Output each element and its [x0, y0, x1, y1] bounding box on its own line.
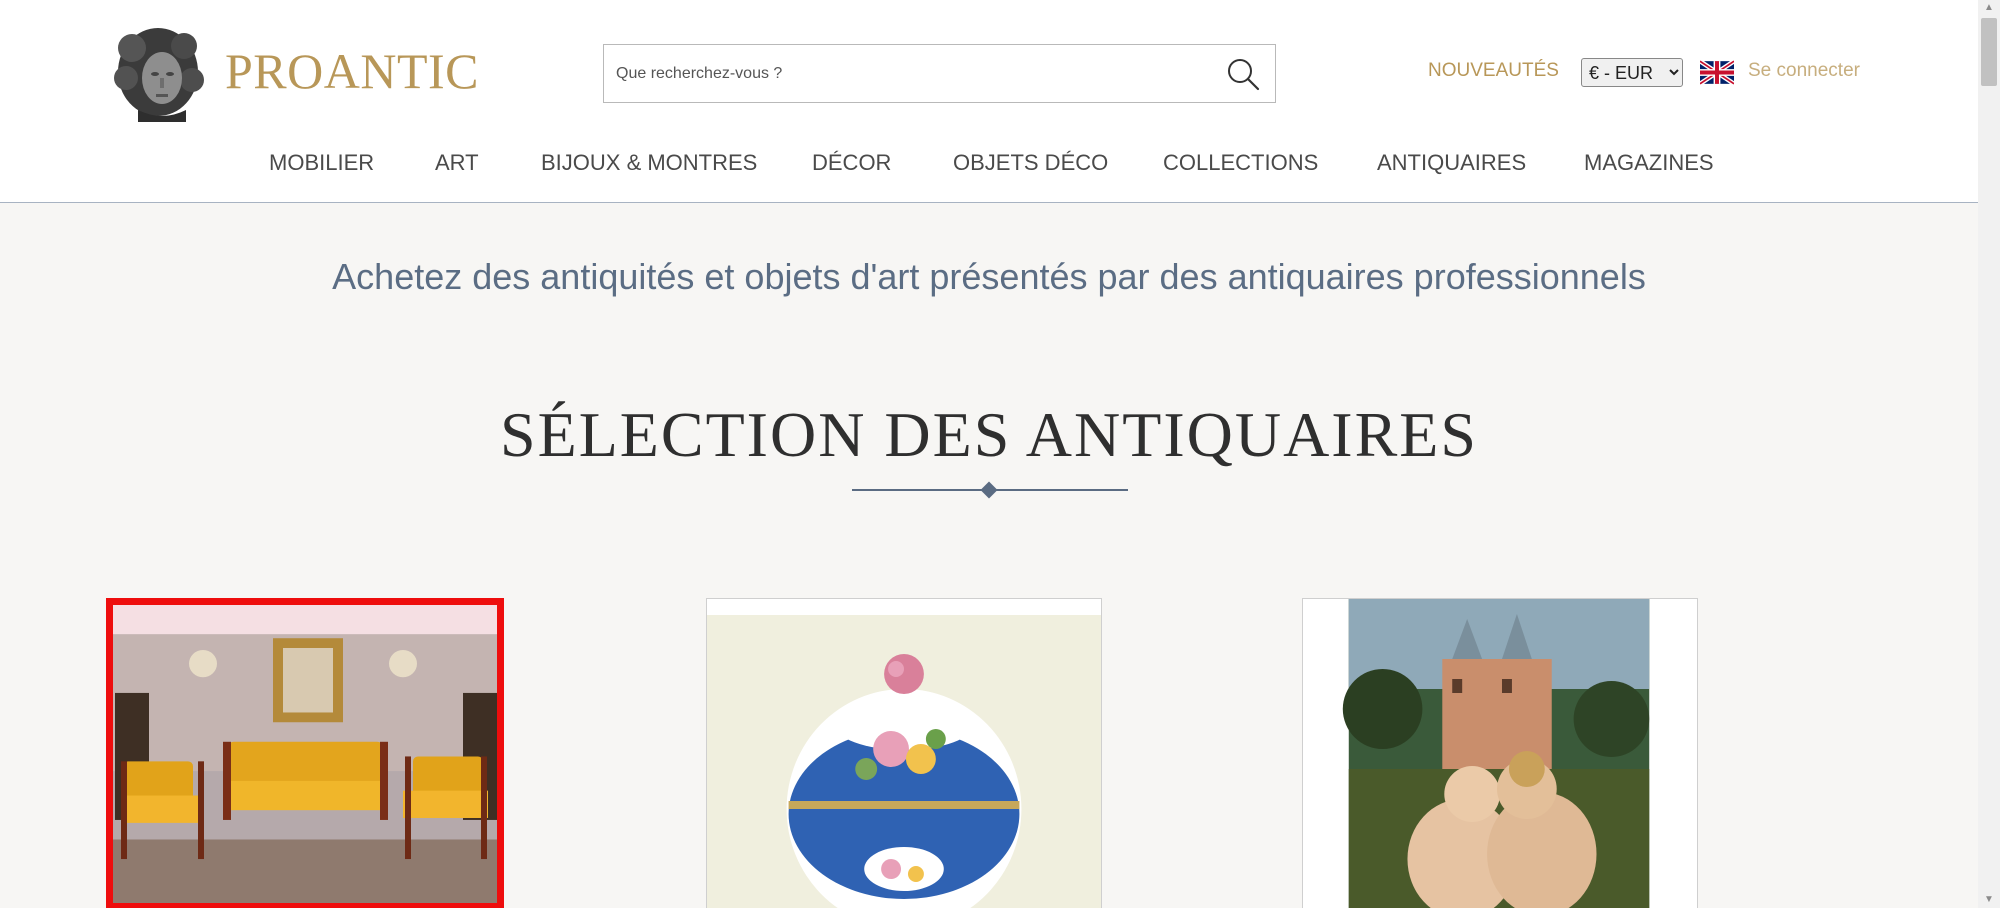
- product-card-painting[interactable]: [1302, 598, 1698, 908]
- scroll-thumb[interactable]: [1981, 18, 1997, 86]
- scroll-down-icon[interactable]: ▼: [1978, 892, 2000, 908]
- section-title: SÉLECTION DES ANTIQUAIRES: [500, 399, 1478, 470]
- main-nav: MOBILIER ART BIJOUX & MONTRES DÉCOR OBJE…: [0, 150, 1978, 180]
- search-icon[interactable]: [1225, 56, 1261, 92]
- logo-text[interactable]: PROANTIC: [225, 42, 479, 100]
- currency-select[interactable]: € - EUR: [1581, 58, 1683, 87]
- tagline: Achetez des antiquités et objets d'art p…: [332, 256, 1646, 297]
- nav-item-mobilier[interactable]: MOBILIER: [269, 150, 374, 176]
- nav-item-collections[interactable]: COLLECTIONS: [1163, 150, 1318, 176]
- product-card-porcelain[interactable]: [706, 598, 1102, 908]
- scroll-up-icon[interactable]: ▲: [1978, 0, 2000, 16]
- uk-flag-icon[interactable]: [1700, 60, 1734, 85]
- logo-bust-icon[interactable]: [112, 22, 206, 122]
- porcelain-pot-image[interactable]: [707, 599, 1101, 908]
- page-scrollbar[interactable]: ▲ ▼: [1978, 0, 2000, 908]
- painting-children-image[interactable]: [1303, 599, 1697, 908]
- nav-item-art[interactable]: ART: [435, 150, 479, 176]
- login-link[interactable]: Se connecter: [1748, 60, 1860, 82]
- site-header: PROANTIC NOUVEAUTÉS € - EUR Se connecter…: [0, 0, 1978, 203]
- nav-item-magazines[interactable]: MAGAZINES: [1584, 150, 1714, 176]
- nouveautes-link[interactable]: NOUVEAUTÉS: [1428, 60, 1559, 82]
- search-bar: [603, 44, 1276, 103]
- nav-item-decor[interactable]: DÉCOR: [812, 150, 891, 176]
- divider-diamond-icon: [980, 481, 998, 499]
- nav-item-antiquaires[interactable]: ANTIQUAIRES: [1377, 150, 1526, 176]
- nav-item-bijoux-montres[interactable]: BIJOUX & MONTRES: [541, 150, 757, 176]
- salon-furniture-image[interactable]: [113, 605, 497, 903]
- product-card-salon[interactable]: [106, 598, 504, 908]
- nav-item-objets-deco[interactable]: OBJETS DÉCO: [953, 150, 1108, 176]
- search-input[interactable]: [616, 61, 1196, 87]
